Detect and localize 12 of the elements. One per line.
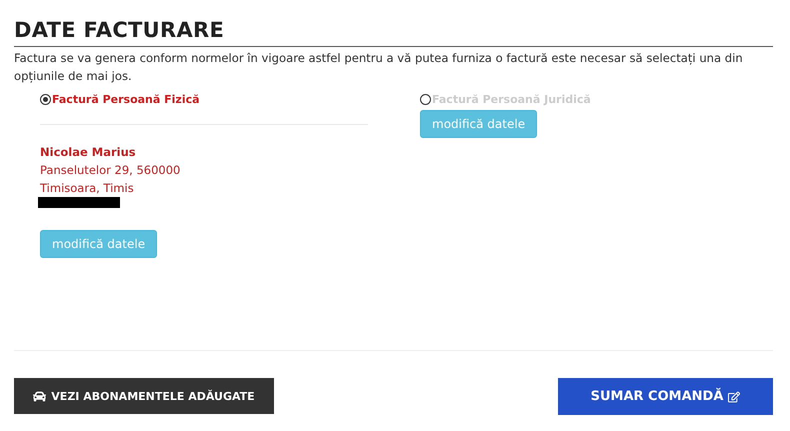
car-icon: [33, 390, 46, 402]
address-line: Timisoara, Timis: [40, 180, 135, 197]
edit-icon: [728, 390, 740, 402]
section-title: DATE FACTURARE: [14, 18, 773, 47]
order-summary-button[interactable]: SUMAR COMANDĂ: [558, 378, 773, 415]
radio-button[interactable]: [420, 94, 431, 105]
radio-button[interactable]: [40, 94, 51, 105]
address-line: Panselutelor 29, 560000: [40, 162, 182, 179]
option-label: Factură Persoană Fizică: [52, 93, 200, 106]
view-subscriptions-button[interactable]: VEZI ABONAMENTELE ADĂUGATE: [14, 378, 274, 414]
intro-text: Factura se va genera conform normelor în vigoare astfel pentru a vă putea furniza o factură este necesar să selectați una din opțiunile de mai jos.: [14, 50, 744, 85]
customer-name: Nicolae Marius: [40, 144, 137, 161]
